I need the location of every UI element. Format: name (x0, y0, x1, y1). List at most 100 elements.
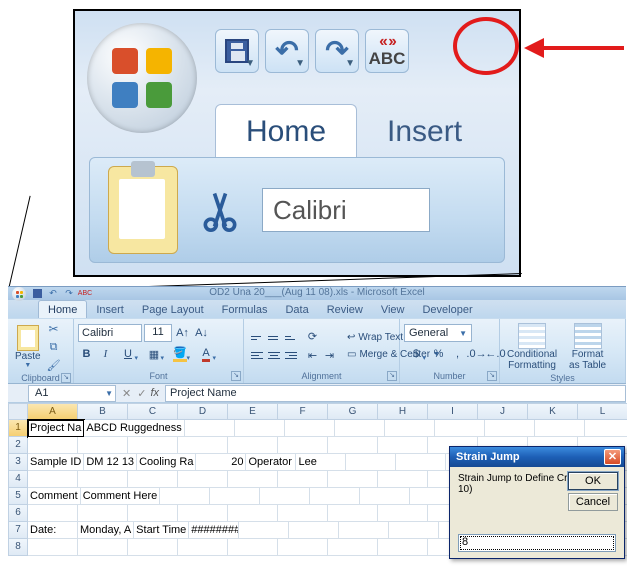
cell[interactable]: Date: (28, 522, 78, 539)
col-header[interactable]: F (278, 403, 328, 420)
cell[interactable] (389, 522, 439, 539)
number-format-combo[interactable]: General▼ (404, 324, 472, 342)
cell[interactable] (328, 505, 378, 522)
row-header[interactable]: 2 (8, 437, 28, 454)
office-button[interactable] (87, 23, 197, 133)
cell[interactable] (585, 420, 627, 437)
font-size-combo[interactable]: 11 (144, 324, 172, 342)
enter-icon[interactable]: ✓ (137, 387, 146, 400)
abc-addin-button[interactable]: ‹‹ ›› ABC (365, 29, 409, 73)
row-header[interactable]: 3 (8, 454, 28, 471)
tab-data[interactable]: Data (276, 301, 317, 318)
col-header[interactable]: C (128, 403, 178, 420)
grow-font-button[interactable]: A↑ (174, 325, 191, 342)
row-header[interactable]: 7 (8, 522, 28, 539)
cell[interactable] (128, 471, 178, 488)
dialog-launcher-icon[interactable]: ↘ (231, 371, 241, 381)
dialog-launcher-icon[interactable]: ↘ (387, 371, 397, 381)
cell[interactable]: Project Na (28, 420, 84, 437)
tab-home[interactable]: Home (38, 300, 87, 318)
cell[interactable] (228, 437, 278, 454)
format-painter-button[interactable]: 🖌 (46, 357, 62, 373)
tab-insert[interactable]: Insert (87, 301, 133, 318)
cut-button[interactable]: ✂ (46, 321, 62, 337)
increase-decimal-button[interactable]: .0→ (468, 346, 485, 363)
cell[interactable] (278, 539, 328, 556)
dialog-launcher-icon[interactable]: ↘ (61, 373, 71, 383)
cell[interactable] (178, 539, 228, 556)
cell[interactable] (78, 437, 128, 454)
cell[interactable] (78, 539, 128, 556)
paste-button[interactable]: Paste ▼ (12, 323, 44, 371)
align-left-button[interactable] (248, 347, 265, 364)
cell[interactable]: Operator (246, 454, 296, 471)
cell[interactable]: DM 12 13 (84, 454, 137, 471)
col-header[interactable]: B (78, 403, 128, 420)
bold-button[interactable]: B (78, 346, 95, 363)
formula-input[interactable]: Project Name (165, 385, 626, 402)
comma-button[interactable]: , (449, 346, 466, 363)
cell[interactable]: Cooling Ra (137, 454, 196, 471)
save-button[interactable]: ▼ (215, 29, 259, 73)
cell[interactable] (346, 454, 396, 471)
cell[interactable]: ABCD Ruggedness (84, 420, 184, 437)
row-header[interactable]: 4 (8, 471, 28, 488)
cell[interactable] (339, 522, 389, 539)
office-button-small[interactable] (12, 287, 26, 301)
cell[interactable] (435, 420, 485, 437)
fill-color-button[interactable]: 🪣 (168, 346, 192, 363)
font-color-button[interactable]: A (194, 346, 218, 363)
cell[interactable] (128, 539, 178, 556)
tab-developer[interactable]: Developer (413, 301, 481, 318)
close-button[interactable]: ✕ (604, 449, 621, 465)
align-right-button[interactable] (282, 347, 299, 364)
tab-review[interactable]: Review (318, 301, 372, 318)
copy-button[interactable]: ⧉ (46, 339, 62, 355)
border-button[interactable]: ▦ (142, 346, 166, 363)
row-header[interactable]: 1 (8, 420, 28, 437)
increase-indent-button[interactable]: ⇥ (321, 347, 338, 364)
cell[interactable] (28, 437, 78, 454)
dialog-titlebar[interactable]: Strain Jump ✕ (450, 447, 624, 467)
col-header[interactable]: H (378, 403, 428, 420)
cell[interactable] (28, 471, 78, 488)
save-button[interactable] (30, 288, 44, 299)
cell[interactable] (178, 437, 228, 454)
col-header[interactable]: E (228, 403, 278, 420)
conditional-formatting-button[interactable]: Conditional Formatting (504, 321, 560, 373)
cell[interactable] (328, 471, 378, 488)
name-box[interactable]: A1▼ (28, 385, 116, 402)
cell[interactable] (210, 488, 260, 505)
redo-button[interactable]: ↷ ▼ (315, 29, 359, 73)
fx-label[interactable]: fx (150, 387, 159, 399)
cell[interactable]: 20 (196, 454, 246, 471)
cancel-button[interactable]: Cancel (568, 493, 618, 511)
cell[interactable] (378, 437, 428, 454)
col-header[interactable]: G (328, 403, 378, 420)
align-top-button[interactable] (248, 330, 265, 347)
cell[interactable]: Start Time (134, 522, 189, 539)
row-header[interactable]: 5 (8, 488, 28, 505)
cell[interactable] (328, 437, 378, 454)
tab-home[interactable]: Home (215, 104, 357, 157)
tab-insert[interactable]: Insert (357, 105, 492, 157)
font-name-combo[interactable]: Calibri (78, 324, 142, 342)
underline-button[interactable]: U (116, 346, 140, 363)
cell[interactable] (378, 471, 428, 488)
cancel-icon[interactable]: ✕ (122, 387, 131, 400)
cell[interactable] (78, 471, 128, 488)
tab-view[interactable]: View (372, 301, 414, 318)
col-header[interactable]: D (178, 403, 228, 420)
orientation-button[interactable]: ⟳ (304, 328, 321, 345)
decrease-indent-button[interactable]: ⇤ (304, 347, 321, 364)
cell[interactable] (128, 437, 178, 454)
ok-button[interactable]: OK (568, 472, 618, 490)
cell[interactable] (378, 505, 428, 522)
cell[interactable] (228, 505, 278, 522)
accounting-format-button[interactable]: $ (404, 346, 428, 363)
align-center-button[interactable] (265, 347, 282, 364)
cell[interactable] (378, 539, 428, 556)
tab-page-layout[interactable]: Page Layout (133, 301, 213, 318)
cell[interactable] (285, 420, 335, 437)
cell[interactable] (128, 505, 178, 522)
